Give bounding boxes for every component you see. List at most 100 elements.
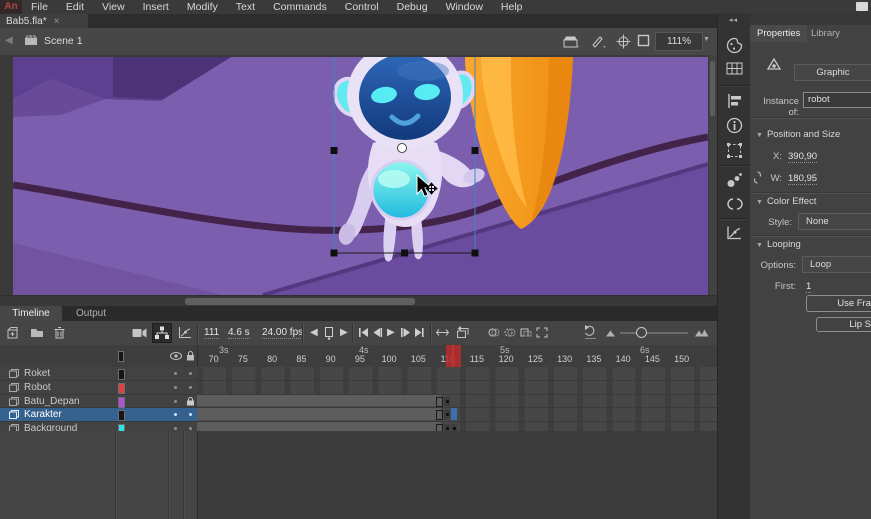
brush-library-panel-icon[interactable]: [726, 172, 743, 189]
stage-vertical-scrollbar[interactable]: [709, 55, 717, 295]
layer-row-karakter[interactable]: Karakter: [0, 408, 197, 422]
span-end-frame[interactable]: [436, 410, 443, 420]
graph-editor-icon[interactable]: [178, 326, 192, 339]
edit-scene-icon[interactable]: [563, 35, 580, 48]
layer-visibility-dot[interactable]: [174, 400, 177, 403]
zoom-in-frames-icon[interactable]: [695, 329, 709, 337]
stage-vertical-scrollbar-thumb[interactable]: [710, 61, 715, 116]
scene-name[interactable]: Scene 1: [44, 35, 83, 47]
current-frame-value[interactable]: 111: [204, 327, 219, 339]
span-end-frame[interactable]: [436, 397, 443, 407]
layer-list-empty-area[interactable]: [0, 431, 197, 519]
symbol-type-dropdown[interactable]: Graphic: [794, 64, 871, 81]
section-position-and-size[interactable]: ▼Position and Size: [756, 129, 840, 140]
app-logo[interactable]: An: [0, 0, 22, 14]
keyframe[interactable]: [444, 410, 450, 419]
layer-outline-swatch[interactable]: [118, 383, 125, 394]
w-value[interactable]: 180,95: [788, 173, 817, 185]
frame-span[interactable]: [197, 395, 441, 408]
frames-row-batu-depan[interactable]: [197, 395, 717, 409]
layer-visibility-dot[interactable]: [174, 427, 177, 430]
go-to-first-frame-icon[interactable]: [358, 327, 369, 338]
layer-outline-swatch[interactable]: [118, 397, 125, 408]
stage-canvas[interactable]: [13, 57, 708, 295]
layer-lock-dot[interactable]: [189, 427, 192, 430]
collapse-dock-icon[interactable]: ◂◂: [729, 16, 738, 24]
cc-libraries-panel-icon[interactable]: [726, 197, 743, 214]
play-icon[interactable]: ▶: [387, 327, 395, 338]
elapsed-time-value[interactable]: 4.6 s: [228, 327, 250, 339]
menu-file[interactable]: File: [22, 0, 57, 14]
flip-next-icon[interactable]: ▶: [340, 327, 348, 338]
menu-control[interactable]: Control: [336, 0, 388, 14]
show-parenting-icon[interactable]: [152, 323, 172, 343]
transform-panel-icon[interactable]: [726, 142, 743, 159]
layer-lock-dot[interactable]: [189, 372, 192, 375]
new-folder-icon[interactable]: [30, 327, 44, 338]
menu-help[interactable]: Help: [492, 0, 532, 14]
step-forward-icon[interactable]: [400, 327, 411, 338]
menu-commands[interactable]: Commands: [264, 0, 336, 14]
loop-options-dropdown[interactable]: Loop: [802, 256, 871, 273]
frames-row-karakter[interactable]: [197, 408, 717, 422]
stage-horizontal-scrollbar-thumb[interactable]: [185, 298, 415, 305]
flip-prev-icon[interactable]: ◀: [310, 327, 318, 338]
modify-markers-icon[interactable]: [536, 327, 548, 338]
close-tab-icon[interactable]: ×: [54, 16, 60, 27]
layer-lock-dot[interactable]: [189, 413, 192, 416]
layer-outline-swatch[interactable]: [118, 410, 125, 421]
zoom-dropdown-chevron-icon[interactable]: ▼: [703, 36, 710, 43]
layer-visibility-dot[interactable]: [174, 413, 177, 416]
menu-view[interactable]: View: [93, 0, 134, 14]
new-layer-icon[interactable]: [6, 327, 19, 339]
workspace-switcher-icon[interactable]: [856, 2, 868, 11]
tab-output[interactable]: Output: [66, 306, 116, 321]
visibility-column-eye-icon[interactable]: [170, 352, 182, 360]
timeline-ruler[interactable]: 3s 4s 5s 6s 7075 8085 9095 100105 110115…: [0, 345, 717, 368]
info-panel-icon[interactable]: [726, 117, 743, 134]
onion-skin-icon[interactable]: [488, 327, 500, 338]
menu-debug[interactable]: Debug: [388, 0, 437, 14]
layer-visibility-dot[interactable]: [174, 386, 177, 389]
stage-pasteboard[interactable]: [0, 55, 717, 295]
frame-ruler[interactable]: 3s 4s 5s 6s 7075 8085 9095 100105 110115…: [197, 345, 717, 367]
layer-row-roket[interactable]: Roket: [0, 367, 197, 381]
menu-modify[interactable]: Modify: [178, 0, 227, 14]
lip-syncing-button[interactable]: Lip S: [816, 317, 871, 332]
lock-column-lock-icon[interactable]: [186, 351, 195, 361]
zoom-level-input[interactable]: 111%: [655, 32, 703, 51]
camera-icon[interactable]: [132, 328, 147, 338]
frame-size-slider[interactable]: [620, 332, 688, 334]
layer-outline-swatch[interactable]: [118, 369, 125, 380]
onion-skin-outlines-icon[interactable]: [504, 327, 516, 338]
frames-row-roket[interactable]: [197, 367, 717, 381]
use-frame-picker-button[interactable]: Use Fra: [806, 295, 871, 312]
x-value[interactable]: 390,90: [788, 151, 817, 163]
frames-row-robot[interactable]: [197, 381, 717, 395]
delete-layer-icon[interactable]: [54, 326, 65, 339]
frame-span[interactable]: [197, 408, 441, 421]
motion-graph-panel-icon[interactable]: [726, 225, 743, 242]
frames-grid[interactable]: [197, 367, 717, 436]
frame-size-slider-thumb[interactable]: [636, 327, 647, 338]
collapse-triangle-icon[interactable]: ▼: [756, 132, 763, 139]
zoom-out-frames-icon[interactable]: [606, 330, 615, 337]
collapse-triangle-icon[interactable]: ▼: [756, 242, 763, 249]
frame-rate-value[interactable]: 24.00 fps: [262, 327, 303, 339]
selected-frame[interactable]: [451, 408, 457, 420]
frame-marker-icon[interactable]: [324, 326, 334, 340]
document-tab[interactable]: Bab5.fla* ×: [0, 14, 88, 28]
center-stage-icon[interactable]: [616, 34, 631, 49]
layer-lock-dot[interactable]: [189, 386, 192, 389]
keyframe[interactable]: [444, 397, 450, 406]
menu-text[interactable]: Text: [227, 0, 264, 14]
tab-properties[interactable]: Properties: [750, 25, 807, 42]
section-looping[interactable]: ▼Looping: [756, 239, 801, 250]
edit-multiple-frames-icon[interactable]: [520, 327, 532, 338]
style-dropdown[interactable]: None: [798, 213, 871, 230]
layer-locked-icon[interactable]: [186, 397, 195, 406]
go-to-last-frame-icon[interactable]: [414, 327, 425, 338]
menu-edit[interactable]: Edit: [57, 0, 93, 14]
menu-insert[interactable]: Insert: [134, 0, 178, 14]
edit-symbols-icon[interactable]: [590, 34, 607, 48]
